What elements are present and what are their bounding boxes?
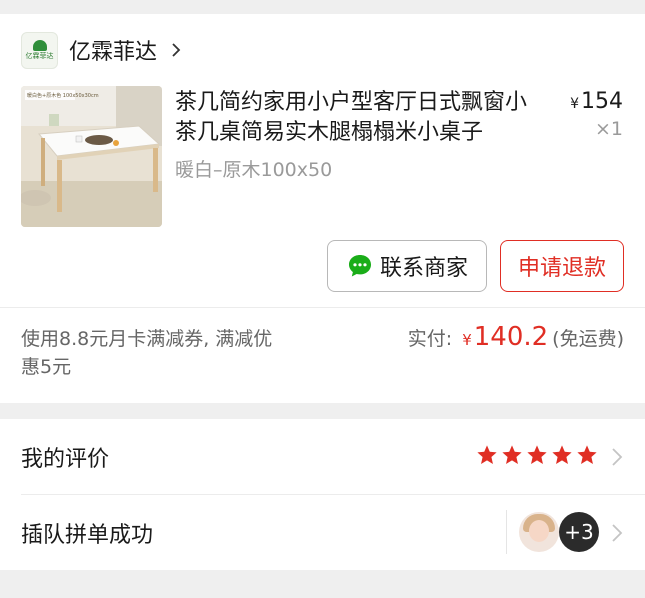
chat-bubble-icon: [348, 255, 371, 277]
rating-stars: [476, 444, 598, 466]
group-buy-label: 插队拼单成功: [21, 523, 154, 548]
discount-info: 使用8.8元月卡满减券, 满减优惠5元: [21, 328, 273, 378]
star-icon: [552, 445, 572, 464]
chevron-right-icon: [172, 43, 181, 57]
paid-amount-row: 实付: ¥ 140.2 (免运费): [408, 322, 624, 352]
divider: [506, 510, 507, 554]
paid-currency: ¥: [462, 331, 472, 349]
order-card: 亿霖菲达 亿霖菲达 暖白色+原木色 100x50x30cm 茶几简约家用小户型客: [0, 14, 645, 403]
shipping-note: (免运费): [552, 328, 624, 350]
request-refund-button[interactable]: 申请退款: [500, 240, 624, 292]
svg-text:暖白色+原木色 100x50x30cm: 暖白色+原木色 100x50x30cm: [27, 92, 99, 99]
star-icon: [577, 445, 597, 464]
chevron-right-icon: [612, 524, 623, 542]
contact-seller-label: 联系商家: [379, 256, 468, 281]
chevron-right-icon: [612, 448, 623, 466]
store-name[interactable]: 亿霖菲达: [69, 34, 157, 66]
product-quantity: ×1: [594, 118, 623, 140]
product-price: ¥154: [570, 89, 623, 114]
price-value: 154: [581, 89, 623, 114]
group-buy-row[interactable]: 插队拼单成功 +3: [0, 495, 645, 570]
more-members-badge: +3: [559, 512, 599, 552]
product-title[interactable]: 茶几简约家用小户型客厅日式飘窗小茶几桌简易实木腿榻榻米小桌子: [175, 88, 545, 148]
star-icon: [477, 445, 497, 464]
extra-info-card: 我的评价 插队拼单成功 +3: [0, 419, 645, 570]
my-review-row[interactable]: 我的评价: [0, 419, 645, 494]
my-review-label: 我的评价: [21, 447, 110, 472]
store-logo: 亿霖菲达: [21, 31, 58, 69]
paid-amount: 140.2: [473, 322, 549, 352]
product-spec: 暖白–原木100x50: [175, 159, 333, 181]
request-refund-label: 申请退款: [517, 256, 606, 281]
avatar: [519, 512, 559, 552]
star-icon: [527, 445, 547, 464]
price-currency: ¥: [570, 96, 579, 112]
store-header[interactable]: 亿霖菲达 亿霖菲达: [21, 30, 185, 70]
paid-label: 实付:: [407, 328, 453, 350]
divider: [0, 307, 645, 308]
contact-seller-button[interactable]: 联系商家: [327, 240, 487, 292]
star-icon: [502, 445, 522, 464]
product-image[interactable]: 暖白色+原木色 100x50x30cm: [21, 86, 162, 227]
